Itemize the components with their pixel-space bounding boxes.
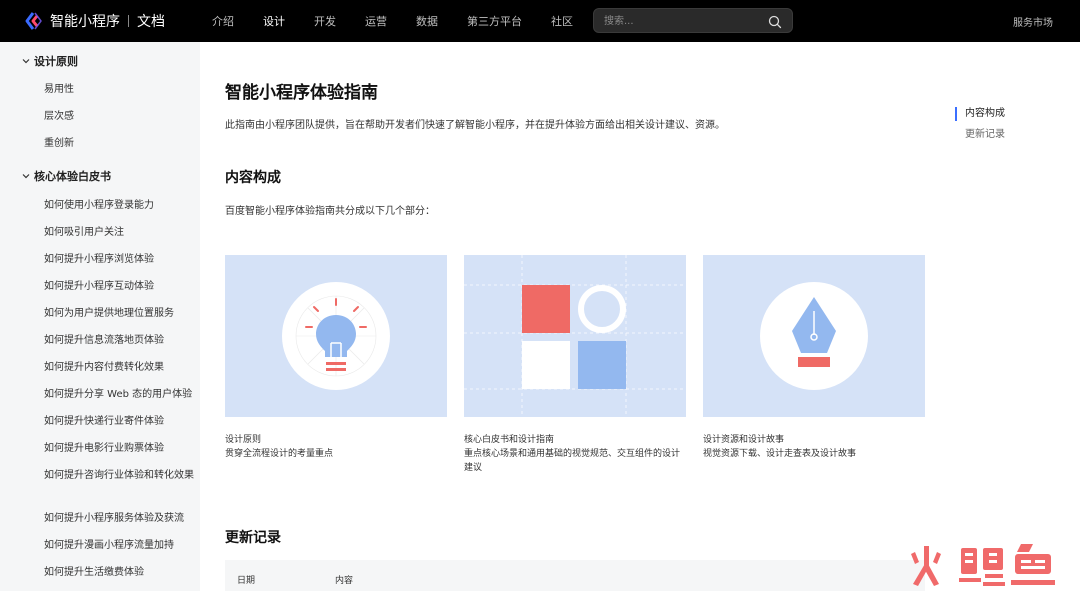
watermark-logo-icon: [911, 544, 1055, 586]
card-description: 贯穿全流程设计的考量重点: [225, 449, 334, 459]
sidebar-item-follow[interactable]: 如何吸引用户关注: [44, 226, 194, 240]
nav-item-community[interactable]: 社区: [551, 13, 573, 29]
nav-item-intro[interactable]: 介绍: [212, 13, 234, 29]
sidebar-item-login[interactable]: 如何使用小程序登录能力: [44, 199, 194, 213]
smart-program-logo-icon: [24, 11, 44, 31]
nav-item-data[interactable]: 数据: [416, 13, 438, 29]
watermark-logo: [905, 540, 1065, 588]
column-header-content: 内容: [335, 576, 354, 586]
updates-table-header: 日期 内容: [225, 560, 925, 591]
nav-item-operate[interactable]: 运营: [365, 13, 387, 29]
main-content: 智能小程序体验指南 此指南由小程序团队提供，旨在帮助开发者们快速了解智能小程序，…: [200, 42, 1080, 591]
card-design-principles[interactable]: 设计原则 贯穿全流程设计的考量重点: [225, 255, 447, 461]
brand-name: 智能小程序: [50, 14, 120, 30]
sidebar: 设计原则 易用性 层次感 重创新 核心体验白皮书 如何使用小程序登录能力 如何吸…: [0, 42, 200, 591]
brand-divider: [128, 15, 129, 27]
toc-item-content[interactable]: 内容构成: [955, 107, 1065, 121]
page-title: 智能小程序体验指南: [225, 83, 378, 103]
sidebar-item-bill-pay[interactable]: 如何提升生活缴费体验: [44, 566, 194, 580]
card-description: 重点核心场景和通用基础的视觉规范、交互组件的设计建议: [464, 449, 681, 473]
sidebar-item-hierarchy[interactable]: 层次感: [44, 110, 194, 124]
card-title: 设计资源和设计故事: [703, 435, 785, 445]
sidebar-group-label: 设计原则: [34, 55, 78, 68]
search-box[interactable]: [593, 8, 793, 33]
lightbulb-icon: [282, 282, 390, 390]
sidebar-item-paid-content[interactable]: 如何提升内容付费转化效果: [44, 361, 194, 375]
search-icon[interactable]: [768, 14, 782, 29]
card-design-resources[interactable]: 设计资源和设计故事 视觉资源下载、设计走查表及设计故事: [703, 255, 925, 461]
pen-nib-icon: [760, 282, 868, 390]
main-nav: 介绍 设计 开发 运营 数据 第三方平台 社区: [212, 0, 602, 42]
card-whitepaper-guide[interactable]: 核心白皮书和设计指南 重点核心场景和通用基础的视觉规范、交互组件的设计建议: [464, 255, 686, 475]
sidebar-item-browse[interactable]: 如何提升小程序浏览体验: [44, 253, 194, 267]
chevron-down-icon: [22, 59, 30, 64]
section-name: 文档: [137, 14, 165, 30]
content-heading: 内容构成: [225, 170, 281, 186]
search-input[interactable]: [604, 13, 764, 29]
top-navigation-bar: 智能小程序 文档 介绍 设计 开发 运营 数据 第三方平台 社区 服务市场: [0, 0, 1080, 42]
sidebar-item-usability[interactable]: 易用性: [44, 83, 194, 97]
sidebar-item-web-share[interactable]: 如何提升分享 Web 态的用户体验: [44, 388, 194, 402]
sidebar-item-interaction[interactable]: 如何提升小程序互动体验: [44, 280, 194, 294]
sidebar-item-innovation[interactable]: 重创新: [44, 137, 194, 151]
sidebar-item-express[interactable]: 如何提升快递行业寄件体验: [44, 415, 194, 429]
sidebar-group-design-principles[interactable]: 设计原则: [22, 53, 78, 69]
nav-item-develop[interactable]: 开发: [314, 13, 336, 29]
card-description: 视觉资源下载、设计走查表及设计故事: [703, 449, 857, 459]
logo[interactable]: 智能小程序 文档: [24, 10, 165, 32]
column-header-date: 日期: [237, 576, 256, 586]
card-title: 核心白皮书和设计指南: [464, 435, 555, 445]
card-image: [464, 255, 686, 417]
sidebar-item-consulting[interactable]: 如何提升咨询行业体验和转化效果: [44, 469, 194, 483]
page-intro: 此指南由小程序团队提供，旨在帮助开发者们快速了解智能小程序，并在提升体验方面给出…: [225, 120, 725, 131]
service-market-link[interactable]: 服务市场: [1013, 14, 1053, 29]
content-description: 百度智能小程序体验指南共分成以下几个部分：: [225, 206, 435, 217]
card-image: [225, 255, 447, 417]
nav-item-third-party[interactable]: 第三方平台: [467, 13, 522, 29]
sidebar-item-feed-landing[interactable]: 如何提升信息流落地页体验: [44, 334, 194, 348]
card-title: 设计原则: [225, 435, 262, 445]
toc-item-updates[interactable]: 更新记录: [955, 128, 1065, 142]
sidebar-item-location[interactable]: 如何为用户提供地理位置服务: [44, 307, 194, 321]
table-of-contents: 内容构成 更新记录: [955, 107, 1065, 149]
sidebar-item-movie[interactable]: 如何提升电影行业购票体验: [44, 442, 194, 456]
nav-item-design[interactable]: 设计: [263, 13, 285, 29]
shapes-grid-icon: [464, 255, 686, 417]
sidebar-item-comic[interactable]: 如何提升漫画小程序流量加持: [44, 539, 194, 553]
chevron-down-icon: [22, 174, 30, 179]
card-image: [703, 255, 925, 417]
sidebar-item-service[interactable]: 如何提升小程序服务体验及获流: [44, 512, 194, 526]
sidebar-group-whitepaper[interactable]: 核心体验白皮书: [22, 168, 111, 184]
sidebar-group-label: 核心体验白皮书: [34, 170, 111, 183]
updates-heading: 更新记录: [225, 530, 281, 546]
